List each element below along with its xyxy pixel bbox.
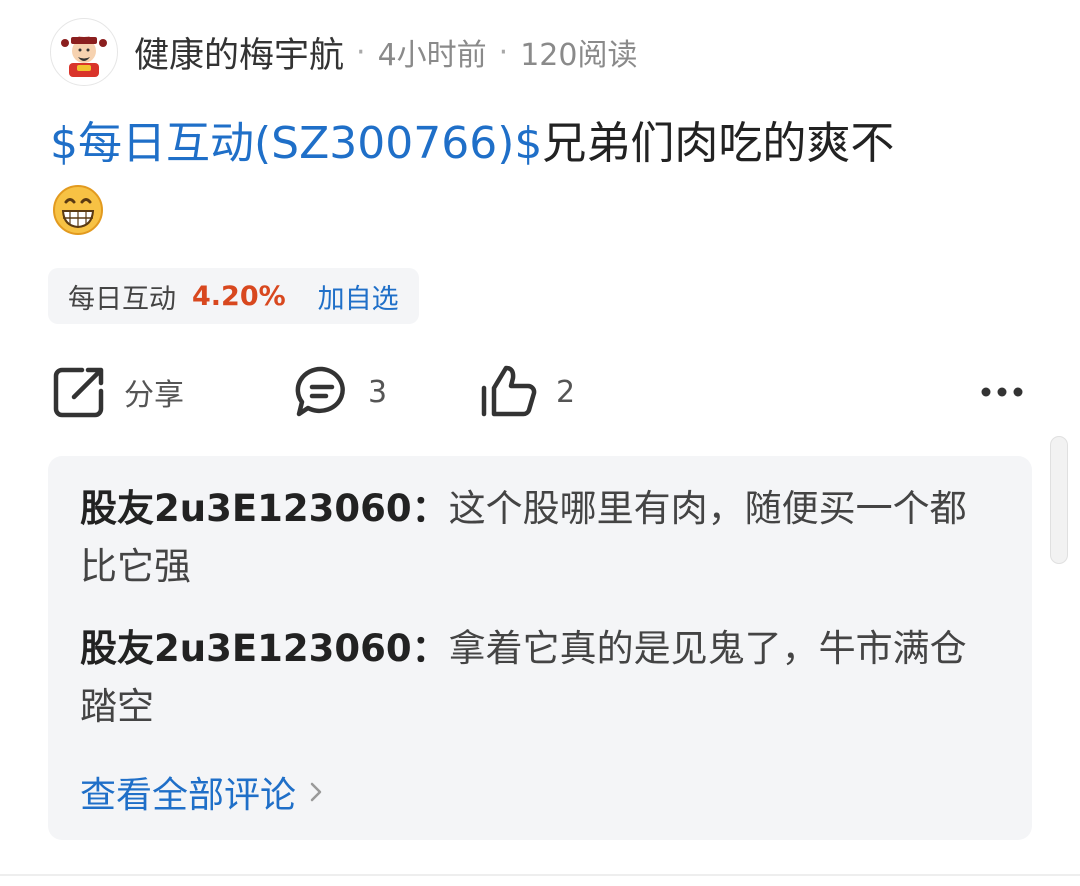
- post-header: 健康的梅宇航 · 4小时前 · 120阅读: [134, 26, 637, 78]
- comment-item[interactable]: 股友2u3E123060：拿着它真的是见鬼了，牛市满仓踏空: [80, 620, 980, 736]
- thumbs-up-icon: [481, 365, 537, 417]
- post-content: $每日互动(SZ300766)$兄弟们肉吃的爽不: [50, 112, 1040, 176]
- author-name[interactable]: 健康的梅宇航: [134, 27, 344, 78]
- comment-button[interactable]: 3: [294, 362, 387, 422]
- avatar[interactable]: [50, 18, 118, 86]
- read-count: 120阅读: [520, 38, 638, 73]
- stock-change: 4.20%: [192, 280, 286, 312]
- like-count: 2: [556, 374, 576, 410]
- post-time: 4小时前: [377, 38, 487, 73]
- comment-user[interactable]: 股友2u3E123060: [80, 627, 412, 670]
- stock-chip[interactable]: 每日互动 4.20% 加自选: [48, 268, 419, 324]
- fortune-god-avatar-icon: [61, 36, 107, 77]
- share-label: 分享: [124, 378, 184, 413]
- divider: [0, 874, 1080, 876]
- view-all-comments-link[interactable]: 查看全部评论: [80, 764, 324, 820]
- comment-separator: ：: [411, 487, 449, 530]
- separator-dot: ·: [356, 34, 366, 70]
- add-watchlist-button[interactable]: 加自选: [318, 277, 399, 316]
- comment-icon: [295, 366, 345, 417]
- comment-count: 3: [368, 374, 388, 410]
- comment-user[interactable]: 股友2u3E123060: [80, 487, 412, 530]
- scrollbar[interactable]: [1050, 436, 1068, 564]
- comment-separator: ：: [411, 627, 449, 670]
- separator-dot: ·: [498, 34, 509, 70]
- comment-item[interactable]: 股友2u3E123060：这个股哪里有肉，随便买一个都比它强: [80, 480, 980, 596]
- post-body-text: 兄弟们肉吃的爽不: [542, 118, 895, 169]
- grinning-face-icon: [53, 185, 103, 235]
- stock-tag-link[interactable]: $每日互动(SZ300766)$: [50, 118, 542, 169]
- share-button[interactable]: 分享: [52, 362, 184, 422]
- like-button[interactable]: 2: [478, 362, 575, 422]
- share-icon: [53, 367, 104, 418]
- more-options-icon[interactable]: [972, 374, 1032, 410]
- chevron-right-icon: [310, 782, 322, 802]
- stock-name: 每日互动: [68, 283, 176, 315]
- comments-preview: 股友2u3E123060：这个股哪里有肉，随便买一个都比它强 股友2u3E123…: [48, 456, 1032, 840]
- view-all-comments-label: 查看全部评论: [80, 775, 297, 816]
